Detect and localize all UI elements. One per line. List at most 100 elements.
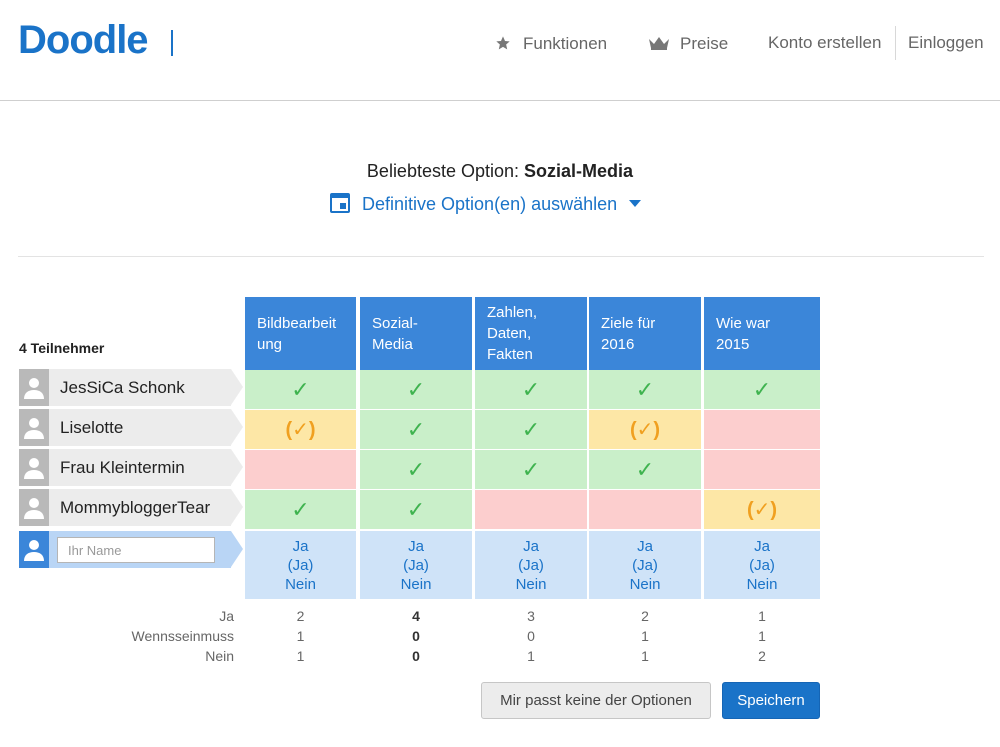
option-header-line: Media [372,335,413,353]
vote-cell-yes: ✓ [475,410,587,449]
vote-choice-cell: Ja (Ja) Nein [245,531,356,599]
nav-funktionen-label: Funktionen [523,34,608,53]
check-icon: ✓ [406,456,426,482]
avatar [19,489,49,526]
option-header-5: Wie war 2015 [704,297,820,370]
vote-yes-option[interactable]: Ja [637,537,653,556]
vote-cell-yes: ✓ [245,490,356,529]
none-of-options-button[interactable]: Mir passt keine der Optionen [481,682,711,719]
nav-preise[interactable]: Preise [648,33,728,54]
option-header-line: Daten, [487,325,532,342]
definitive-option-label: Definitive Option(en) auswählen [362,194,618,214]
count-value: 1 [527,648,535,664]
nav-einloggen-label: Einloggen [908,33,984,52]
vote-ifneedbe-option[interactable]: (Ja) [749,556,775,575]
vote-yes-option[interactable]: Ja [523,537,539,556]
nav-funktionen[interactable]: Funktionen [495,33,607,54]
vote-yes-option[interactable]: Ja [408,537,424,556]
vote-cell-no [704,450,820,489]
vote-no-option[interactable]: Nein [516,575,547,594]
participant-row[interactable]: MommybloggerTear [19,489,243,526]
count-value: 2 [758,648,766,664]
vote-choice-cell: Ja (Ja) Nein [360,531,472,599]
summary-prefix: Beliebteste Option: [366,161,525,181]
check-ifneedbe-icon: (✓) [629,419,661,441]
vote-cell-yes: ✓ [360,410,472,449]
vote-yes-option[interactable]: Ja [754,537,770,556]
vote-choice-cell: Ja (Ja) Nein [589,531,701,599]
crown-icon [648,35,670,53]
count-value: 0 [412,648,420,664]
option-header-line: Wie war [716,314,771,332]
avatar-self [19,531,49,568]
save-button[interactable]: Speichern [722,682,820,719]
check-icon: ✓ [635,376,655,402]
vote-ifneedbe-option[interactable]: (Ja) [288,556,314,575]
vote-yes-option[interactable]: Ja [293,537,309,556]
vote-ifneedbe-option[interactable]: (Ja) [632,556,658,575]
nav-einloggen[interactable]: Einloggen [908,33,984,53]
count-value: 4 [412,608,420,624]
avatar [19,369,49,406]
vote-cell-yes: ✓ [360,490,472,529]
option-header-1: Bildbearbeit ung [245,297,356,370]
definitive-option-dropdown[interactable]: Definitive Option(en) auswählen [330,190,642,215]
count-value: 3 [527,608,535,624]
count-value: 1 [641,648,649,664]
option-header-3: Zahlen, Daten, Fakten [475,297,587,370]
vote-cell-no [589,490,701,529]
vote-ifneedbe-option[interactable]: (Ja) [518,556,544,575]
participant-name: MommybloggerTear [49,489,231,526]
option-header-line: Bildbearbeit [257,314,337,332]
avatar [19,409,49,446]
participant-count: 4 Teilnehmer [19,340,105,356]
row-arrow [231,409,243,445]
caret-down-icon [629,200,642,207]
avatar [19,449,49,486]
count-value: 0 [412,628,420,644]
best-option-name: Sozial-Media [524,161,634,181]
row-arrow [231,489,243,525]
check-icon: ✓ [406,416,426,442]
count-label: Wennsseinmuss [131,628,234,644]
check-icon: ✓ [752,376,772,402]
participant-row[interactable]: JesSiCa Schonk [19,369,243,406]
nav-separator [895,26,896,60]
check-icon: ✓ [521,416,541,442]
count-value: 1 [758,608,766,624]
participant-row[interactable]: Frau Kleintermin [19,449,243,486]
option-header-line: ung [257,335,283,353]
option-header-line: 2015 [716,335,750,353]
star-icon [495,35,513,53]
check-ifneedbe-icon: (✓) [285,419,316,441]
count-value: 1 [296,628,305,644]
option-header-line: Zahlen, [487,304,538,321]
top-header: Doodle Funktionen Preise Konto erstellen… [0,0,1000,101]
option-header-4: Ziele für 2016 [589,297,701,370]
check-icon: ✓ [521,376,541,402]
count-value: 1 [641,628,649,644]
count-value: 1 [758,628,766,644]
participant-name: Liselotte [49,409,231,446]
vote-ifneedbe-option[interactable]: (Ja) [403,556,429,575]
vote-cell-yes: ✓ [704,370,820,409]
nav-konto-erstellen[interactable]: Konto erstellen [768,33,881,53]
check-icon: ✓ [521,456,541,482]
vote-choice-cell: Ja (Ja) Nein [704,531,820,599]
vote-no-option[interactable]: Nein [401,575,432,594]
check-icon: ✓ [291,496,310,522]
count-value: 2 [296,608,305,624]
count-value: 2 [641,608,649,624]
row-arrow [231,531,243,567]
your-name-input[interactable] [57,537,215,563]
doodle-logo[interactable]: Doodle [18,18,149,63]
option-header-line: Ziele für [601,314,656,332]
new-participant-row [19,531,243,568]
participant-row[interactable]: Liselotte [19,409,243,446]
nav-konto-erstellen-label: Konto erstellen [768,33,882,52]
vote-no-option[interactable]: Nein [747,575,778,594]
vote-no-option[interactable]: Nein [630,575,661,594]
vote-cell-yes: ✓ [475,370,587,409]
vote-no-option[interactable]: Nein [285,575,316,594]
option-header-line: Sozial- [372,314,418,332]
